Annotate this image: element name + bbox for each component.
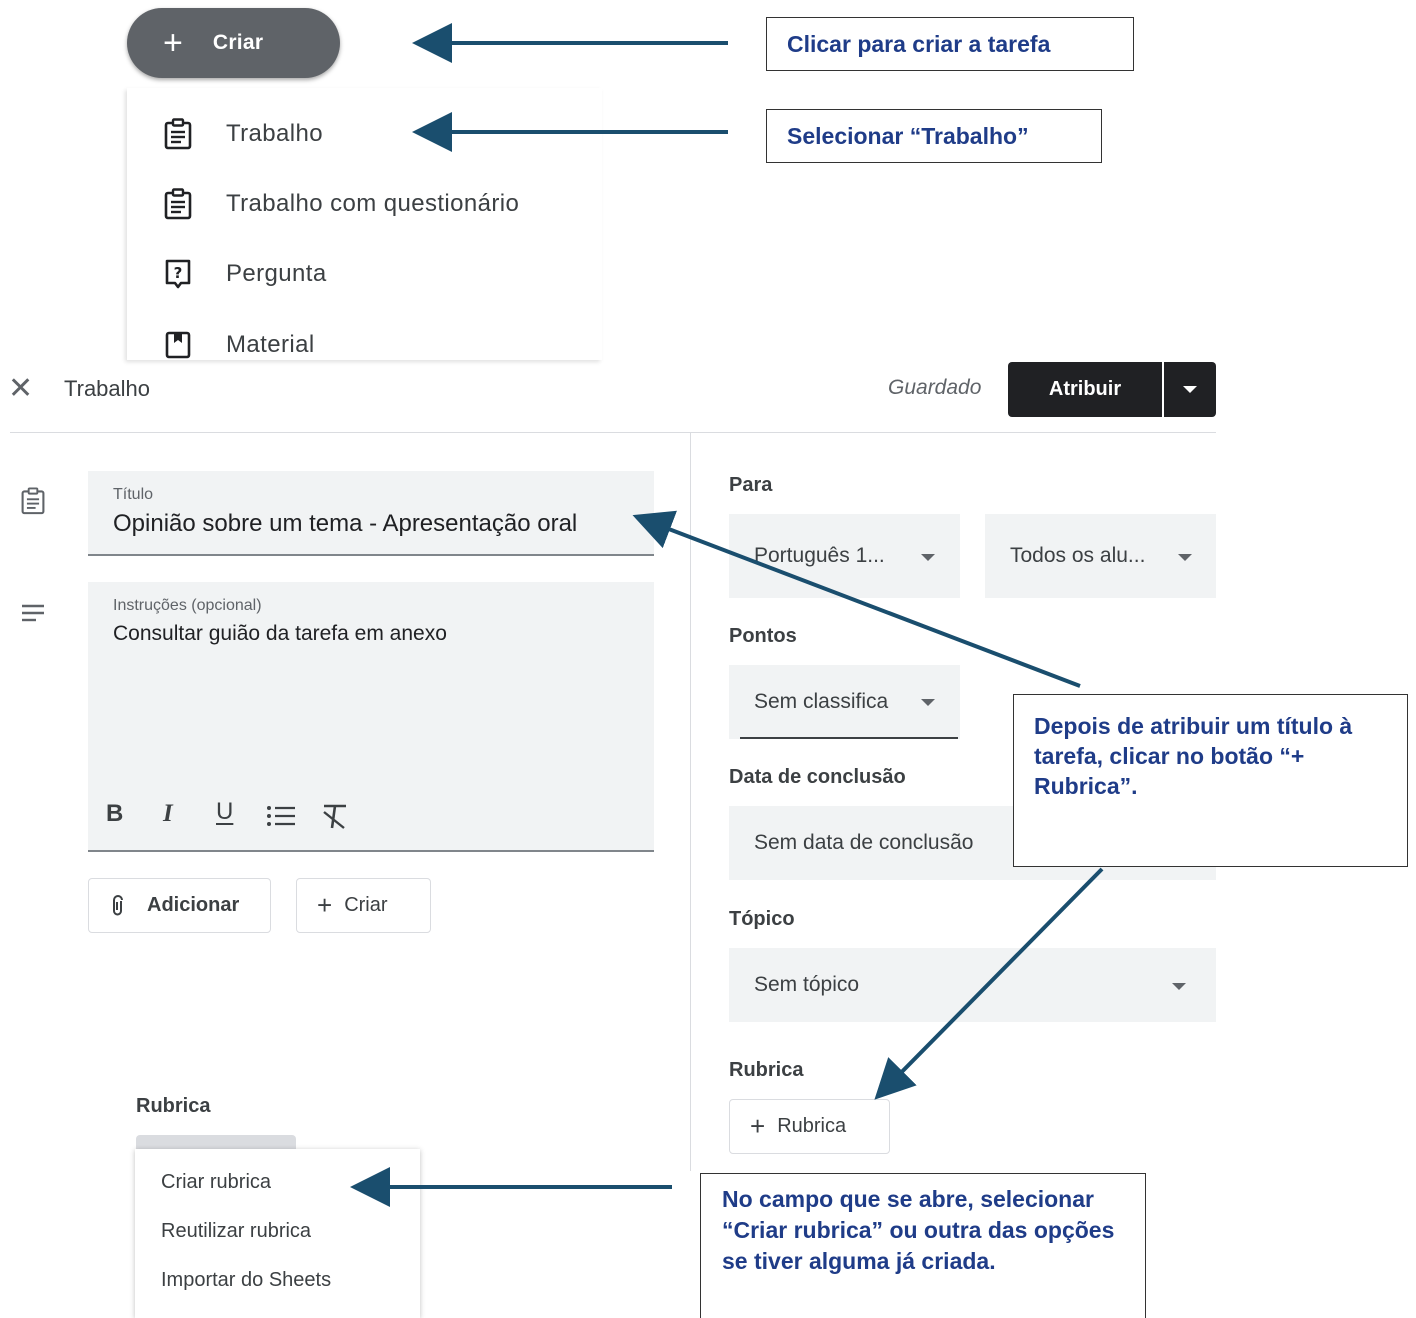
annotation-arrows	[350, 23, 1104, 1207]
arrow-title	[632, 510, 1081, 688]
arrow-rubric	[874, 867, 1104, 1100]
